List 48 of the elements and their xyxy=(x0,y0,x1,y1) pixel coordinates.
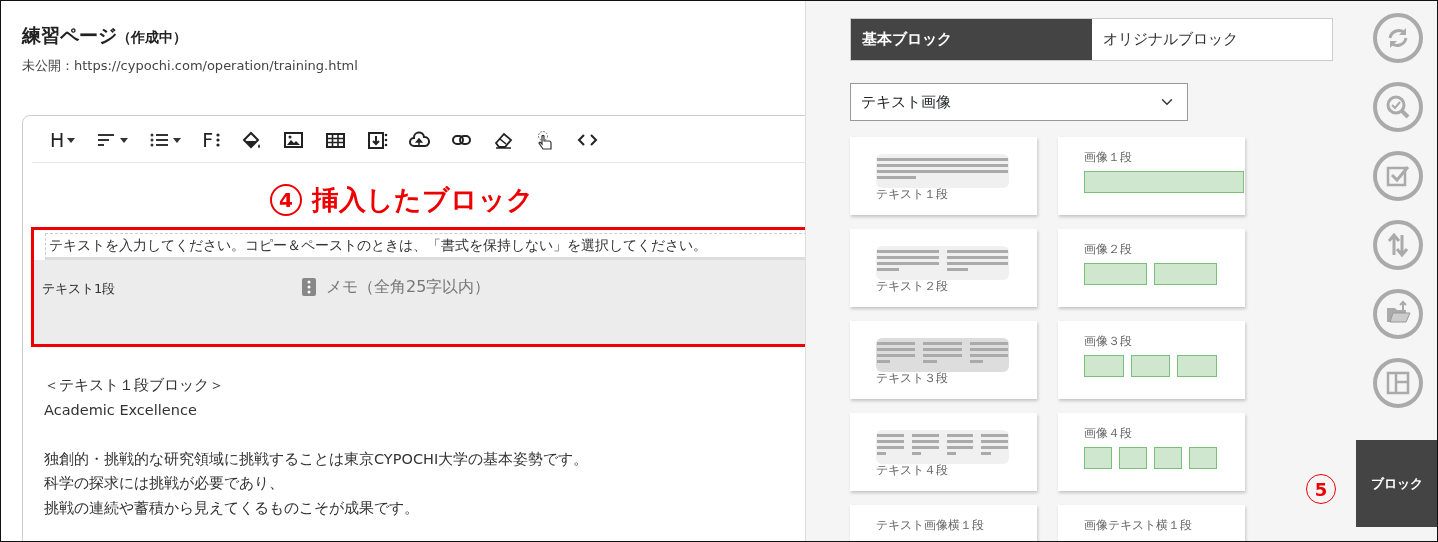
block-label: テキスト２段 xyxy=(876,280,948,293)
block-label: テキスト３段 xyxy=(876,372,948,385)
block-card[interactable]: 画像２段 xyxy=(1058,229,1245,307)
block-card[interactable]: 画像テキスト横１段 xyxy=(1058,505,1245,541)
block-label: テキスト４段 xyxy=(876,464,948,477)
drag-handle-icon[interactable] xyxy=(302,278,316,296)
block-card[interactable]: 画像１段 xyxy=(1058,137,1245,215)
block-label: 画像２段 xyxy=(1084,243,1132,256)
block-card[interactable]: テキスト画像横１段 xyxy=(850,505,1037,541)
block-label: テキスト1段 xyxy=(42,280,117,298)
block-label: 画像４段 xyxy=(1084,427,1132,440)
font-button[interactable]: F xyxy=(196,126,227,154)
block-label: 画像１段 xyxy=(1084,151,1132,164)
block-card[interactable]: テキスト１段 xyxy=(850,137,1037,215)
category-select[interactable]: テキスト画像 xyxy=(850,82,1188,121)
heading-button[interactable]: H xyxy=(44,126,82,154)
dots-icon xyxy=(216,132,221,148)
image-icon xyxy=(283,130,305,150)
block-label: 画像３段 xyxy=(1084,335,1132,348)
panel-tab[interactable]: 基本ブロック xyxy=(851,19,1092,60)
content-line: 独創的・挑戦的な研究領域に挑戦することは東京CYPOCHI大学の基本姿勢です。 xyxy=(44,449,590,469)
checkbox-button[interactable] xyxy=(1372,151,1423,201)
paint-bucket-icon xyxy=(241,130,263,150)
url-line: 未公開：https://cypochi.com/operation/training.html xyxy=(22,56,359,75)
block-card[interactable]: テキスト２段 xyxy=(850,229,1037,307)
table-icon xyxy=(325,130,347,150)
block-label: テキスト画像横１段 xyxy=(876,519,984,532)
page-title: 練習ページ（作成中） xyxy=(22,23,188,48)
block-card[interactable]: テキスト３段 xyxy=(850,321,1037,399)
content-line: 挑戦の連続や蓄積から見えてくるものこそが成果です。 xyxy=(44,498,420,518)
block-card[interactable]: 画像４段 xyxy=(1058,413,1245,491)
eraser-icon xyxy=(493,130,515,150)
memo-field[interactable]: メモ（全角25字以内） xyxy=(324,274,564,300)
block-label: 画像テキスト横１段 xyxy=(1084,519,1192,532)
magnifier-check-button[interactable] xyxy=(1372,82,1423,132)
download-box-icon xyxy=(367,130,389,150)
content-line: Academic Excellence xyxy=(44,400,198,420)
panel-tab[interactable]: オリジナルブロック xyxy=(1091,19,1332,60)
text-input-field[interactable]: テキストを入力してください。コピー＆ペーストのときは、「書式を保持しない」を選択してください。 xyxy=(45,233,805,260)
content-line: 科学の探求には挑戦が必要であり、 xyxy=(44,474,285,493)
block-label: テキスト１段 xyxy=(876,188,948,201)
annotation-text: 挿入したブロック xyxy=(312,182,534,217)
block-panel-button[interactable]: ブロック xyxy=(1356,440,1437,527)
block-card[interactable]: 画像３段 xyxy=(1058,321,1245,399)
content-line: ＜テキスト１段ブロック＞ xyxy=(44,376,225,395)
cloud-upload-icon xyxy=(409,130,431,150)
block-card[interactable]: テキスト４段 xyxy=(850,413,1037,491)
step-number: 4 xyxy=(270,184,302,216)
